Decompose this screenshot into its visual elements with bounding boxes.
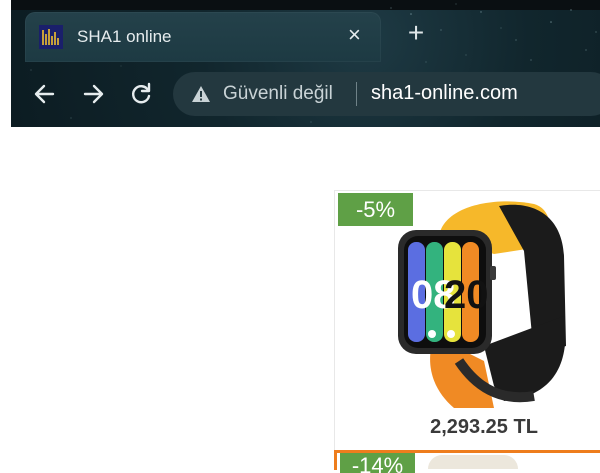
- tab-title: SHA1 online: [77, 27, 172, 46]
- favicon-icon: [39, 25, 63, 49]
- svg-text:20: 20: [444, 273, 489, 317]
- warning-icon[interactable]: [191, 85, 211, 103]
- close-icon[interactable]: ×: [348, 24, 361, 46]
- reload-icon[interactable]: [127, 80, 155, 108]
- product-price: 2,293.25 TL: [430, 416, 538, 438]
- smartwatch-image[interactable]: 08 20: [384, 196, 570, 408]
- security-status[interactable]: Güvenli değil: [223, 83, 333, 105]
- url-text[interactable]: sha1-online.com: [371, 82, 518, 105]
- browser-chrome: SHA1 online × + Güvenli değil sha1-onlin…: [11, 0, 600, 127]
- discount-badge: -14%: [340, 453, 415, 473]
- divider: [356, 82, 357, 106]
- forward-arrow-icon[interactable]: [79, 80, 107, 108]
- plus-icon[interactable]: +: [403, 19, 429, 47]
- browser-tab[interactable]: SHA1 online ×: [25, 12, 381, 62]
- back-arrow-icon[interactable]: [31, 80, 59, 108]
- address-bar[interactable]: Güvenli değil sha1-online.com: [173, 72, 600, 116]
